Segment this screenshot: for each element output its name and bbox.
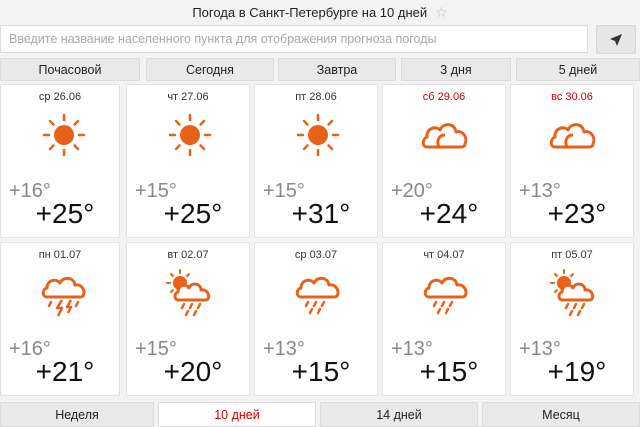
day-date: вс 30.06	[551, 91, 593, 103]
day-card[interactable]: ср 03.07 +13° +15°	[254, 242, 378, 396]
day-date: пт 05.07	[551, 249, 593, 261]
tab-label: Сегодня	[186, 62, 234, 77]
day-card[interactable]: вс 30.06 +13° +23°	[510, 84, 634, 238]
sun-cloud-rain-icon	[549, 268, 595, 317]
tab-5-days[interactable]: 5 дней	[516, 58, 640, 81]
tab-today[interactable]: Сегодня	[146, 58, 274, 81]
max-temp: +20°	[163, 356, 223, 387]
max-temp: +25°	[35, 198, 95, 229]
tab-hourly[interactable]: Почасовой	[0, 58, 140, 81]
day-card[interactable]: пт 05.07 +13° +19°	[510, 242, 634, 396]
day-card[interactable]: чт 27.06 +15° +25°	[126, 84, 250, 238]
max-temp: +25°	[163, 198, 223, 229]
max-temp: +15°	[419, 356, 479, 387]
day-date: сб 29.06	[422, 91, 466, 103]
location-arrow-icon	[610, 33, 622, 46]
tab-label: 5 дней	[558, 62, 598, 77]
tab-month[interactable]: Месяц	[482, 402, 640, 427]
tab-label: Месяц	[542, 407, 580, 422]
day-date: пн 01.07	[38, 249, 82, 261]
tab-3-days[interactable]: 3 дня	[401, 58, 511, 81]
day-date: чт 04.07	[423, 249, 465, 261]
tab-tomorrow[interactable]: Завтра	[278, 58, 396, 81]
day-date: ср 26.06	[38, 91, 82, 103]
cloud-icon	[549, 123, 596, 149]
sun-cloud-rain-icon	[165, 268, 211, 317]
tab-14-days[interactable]: 14 дней	[320, 402, 478, 427]
day-date: чт 27.06	[167, 91, 209, 103]
tab-label: 10 дней	[214, 407, 260, 422]
locate-button[interactable]	[596, 25, 636, 54]
tab-10-days[interactable]: 10 дней	[158, 402, 316, 427]
sun-icon	[42, 113, 86, 157]
max-temp: +21°	[35, 356, 95, 387]
cloud-rain-icon	[423, 276, 468, 315]
period-tabs: Неделя 10 дней 14 дней Месяц	[0, 402, 640, 427]
day-card[interactable]: сб 29.06 +20° +24°	[382, 84, 506, 238]
day-card[interactable]: чт 04.07 +13° +15°	[382, 242, 506, 396]
tab-label: Завтра	[316, 62, 358, 77]
sun-icon	[296, 113, 340, 157]
tab-label: 14 дней	[376, 407, 422, 422]
star-icon[interactable]: ☆	[435, 4, 448, 21]
max-temp: +19°	[547, 356, 607, 387]
forecast-tabs: Почасовой Сегодня Завтра 3 дня 5 дней	[0, 58, 640, 82]
day-date: вт 02.07	[167, 249, 209, 261]
day-card[interactable]: ср 26.06 +16° +25°	[0, 84, 120, 238]
cloud-rain-icon	[295, 276, 340, 315]
day-card[interactable]: пн 01.07 +16° +21°	[0, 242, 120, 396]
search-input[interactable]	[0, 25, 588, 53]
thunderstorm-rain-icon	[41, 276, 86, 318]
page-title: Погода в Санкт-Петербурге на 10 дней ☆	[0, 0, 640, 24]
max-temp: +23°	[547, 198, 607, 229]
max-temp: +24°	[419, 198, 479, 229]
day-date: ср 03.07	[294, 249, 338, 261]
sun-icon	[168, 113, 212, 157]
tab-label: Неделя	[55, 407, 99, 422]
max-temp: +15°	[291, 356, 351, 387]
page-title-text: Погода в Санкт-Петербурге на 10 дней	[192, 4, 428, 20]
cloud-icon	[421, 123, 468, 149]
tab-label: Почасовой	[38, 62, 102, 77]
day-card[interactable]: пт 28.06 +15° +31°	[254, 84, 378, 238]
forecast-grid: ср 26.06 +16° +25° чт 27.06 +15° +25° пт…	[0, 84, 640, 400]
max-temp: +31°	[291, 198, 351, 229]
day-card[interactable]: вт 02.07 +15° +20°	[126, 242, 250, 396]
tab-week[interactable]: Неделя	[0, 402, 154, 427]
day-date: пт 28.06	[295, 91, 337, 103]
tab-label: 3 дня	[440, 62, 472, 77]
